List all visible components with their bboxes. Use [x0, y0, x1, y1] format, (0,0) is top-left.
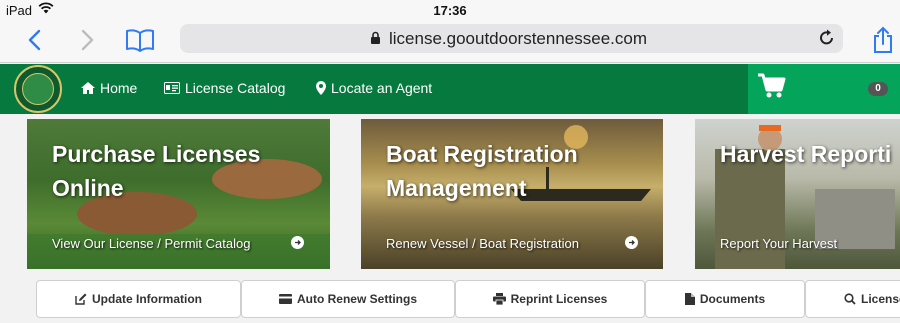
shopping-cart-icon: [758, 73, 786, 104]
reprint-licenses-label: Reprint Licenses: [510, 292, 608, 306]
nav-home[interactable]: Home: [81, 80, 137, 96]
nav-license-catalog[interactable]: License Catalog: [164, 80, 285, 96]
url-text: license.gooutdoorstennessee.com: [389, 29, 647, 48]
arrow-right-icon[interactable]: [625, 236, 638, 249]
nav-home-label: Home: [100, 80, 138, 96]
id-card-icon: [164, 82, 180, 94]
tile-boat-link[interactable]: Renew Vessel / Boat Registration: [386, 236, 579, 251]
update-information-button[interactable]: Update Information: [36, 280, 241, 318]
account-actions: Update Information Auto Renew Settings R…: [0, 270, 900, 323]
nav-locate-agent[interactable]: Locate an Agent: [316, 80, 432, 96]
bookmarks-icon[interactable]: [124, 24, 156, 56]
documents-button[interactable]: Documents: [645, 280, 805, 318]
reprint-licenses-button[interactable]: Reprint Licenses: [455, 280, 645, 318]
back-icon[interactable]: [22, 24, 46, 56]
documents-label: Documents: [699, 292, 766, 306]
file-icon: [684, 293, 695, 305]
reload-icon[interactable]: [819, 29, 835, 52]
nav-license-catalog-label: License Catalog: [185, 80, 286, 96]
tile-purchase-link[interactable]: View Our License / Permit Catalog: [52, 236, 250, 251]
nav-locate-agent-label: Locate an Agent: [331, 80, 433, 96]
license-search-button[interactable]: License: [805, 280, 900, 318]
tile-boat-registration[interactable]: Boat Registration Management Renew Vesse…: [361, 119, 663, 269]
agency-logo[interactable]: [14, 65, 62, 113]
tile-purchase-title: Purchase Licenses Online: [52, 141, 261, 201]
tile-purchase-licenses[interactable]: Purchase Licenses Online View Our Licens…: [27, 119, 330, 269]
print-icon: [492, 293, 506, 305]
tile-harvest-title: Harvest Reporti: [720, 141, 892, 167]
tile-harvest-link[interactable]: Report Your Harvest: [720, 236, 837, 251]
credit-card-icon: [278, 294, 292, 304]
home-icon: [81, 82, 95, 94]
arrow-right-icon[interactable]: [291, 236, 304, 249]
share-icon[interactable]: [870, 24, 896, 56]
license-search-label: License: [861, 292, 900, 306]
clock: 17:36: [433, 3, 467, 18]
edit-icon: [75, 293, 87, 305]
forward-icon[interactable]: [76, 24, 100, 56]
map-marker-icon: [316, 81, 326, 95]
tile-boat-title: Boat Registration Management: [386, 141, 578, 201]
site-nav: Home License Catalog Locate an Agent: [0, 64, 900, 114]
search-icon: [844, 293, 856, 305]
update-information-label: Update Information: [92, 292, 202, 306]
browser-toolbar: license.gooutdoorstennessee.com: [0, 20, 900, 63]
auto-renew-settings-button[interactable]: Auto Renew Settings: [241, 280, 455, 318]
lock-icon: [370, 31, 381, 50]
tile-harvest-reporting[interactable]: Harvest Reporti Report Your Harvest: [695, 119, 900, 269]
address-bar[interactable]: license.gooutdoorstennessee.com: [180, 24, 843, 53]
cart-count-badge: 0: [868, 82, 888, 96]
status-bar: iPad 17:36: [0, 0, 900, 20]
auto-renew-settings-label: Auto Renew Settings: [296, 292, 417, 306]
